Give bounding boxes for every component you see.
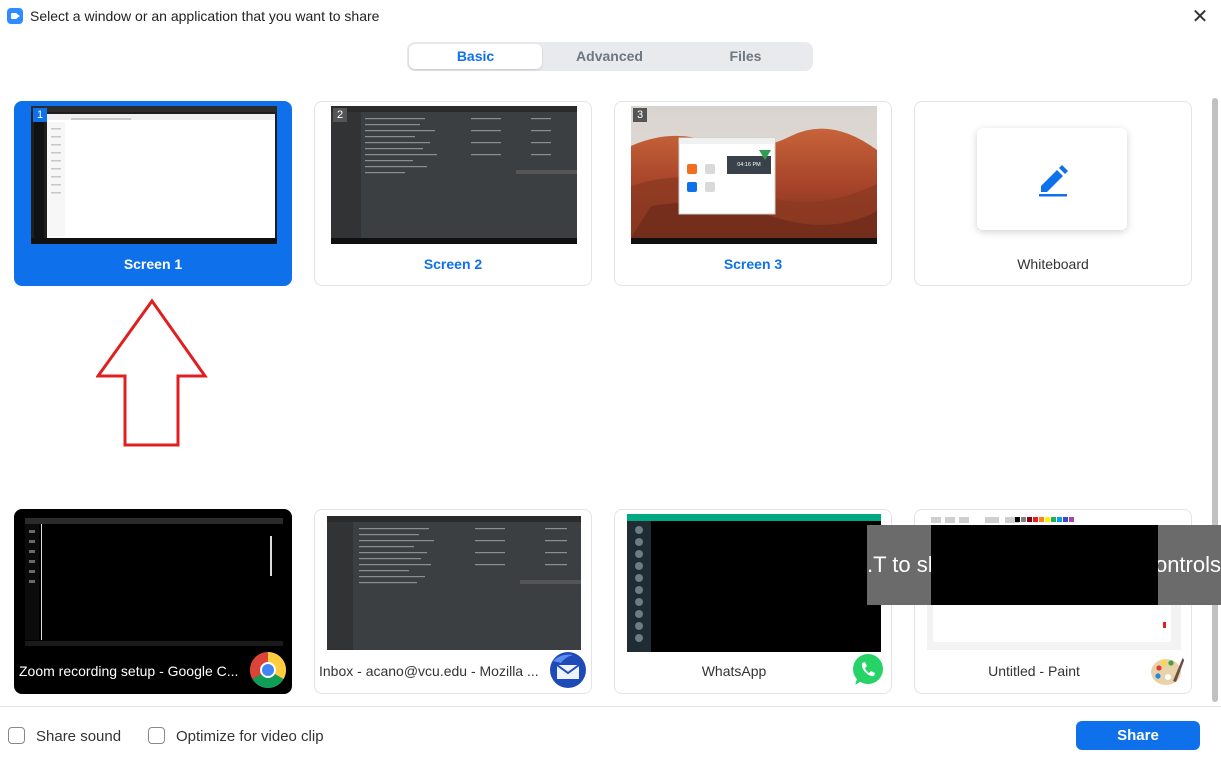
close-button[interactable]: ✕: [1187, 4, 1213, 30]
whiteboard-card: [977, 128, 1127, 230]
screen-3-label: Screen 3: [723, 256, 783, 272]
window-label-whatsapp: WhatsApp: [701, 663, 767, 679]
share-button[interactable]: Share: [1076, 721, 1200, 750]
chrome-window-thumbnail: [15, 510, 291, 650]
screen-1-tile[interactable]: 1 Screen 1: [14, 101, 292, 286]
overlay-redaction-block: [931, 525, 1158, 605]
window-tile-thunderbird[interactable]: Inbox - acano@vcu.edu - Mozilla ...: [314, 509, 592, 694]
tab-basic[interactable]: Basic: [409, 44, 542, 69]
window-tile-whatsapp[interactable]: WhatsApp: [614, 509, 892, 694]
window-label-paint: Untitled - Paint: [988, 663, 1080, 679]
vertical-scrollbar[interactable]: [1211, 98, 1219, 702]
screen-1-label: Screen 1: [123, 256, 183, 272]
overlay-text-right: ontrols: [1154, 552, 1221, 577]
screen-number-badge: 1: [33, 108, 47, 122]
tab-files[interactable]: Files: [679, 44, 812, 69]
screen-2-label: Screen 2: [423, 256, 483, 272]
thunderbird-window-thumbnail: [327, 516, 581, 650]
whiteboard-tile[interactable]: Whiteboard: [914, 101, 1192, 286]
optimize-video-checkbox[interactable]: [148, 727, 165, 744]
screen-3-tile[interactable]: 04:16 PM 3 Screen 3: [614, 101, 892, 286]
overlay-text-left: .T to sh: [867, 552, 940, 577]
window-tile-chrome[interactable]: Zoom recording setup - Google C...: [14, 509, 292, 694]
screen-1-thumbnail: 1: [31, 106, 277, 244]
tab-bar: Basic Advanced Files: [407, 42, 813, 71]
screen-number-badge: 2: [333, 108, 347, 122]
screen-3-thumbnail: 04:16 PM 3: [631, 106, 877, 244]
window-label-thunderbird: Inbox - acano@vcu.edu - Mozilla ...: [319, 663, 539, 679]
paint-icon: [1151, 655, 1186, 685]
screen-2-thumbnail: 2: [331, 106, 577, 244]
annotation-up-arrow: [96, 298, 208, 447]
bottom-bar: Share sound Optimize for video clip Shar…: [0, 706, 1221, 763]
optimize-video-label[interactable]: Optimize for video clip: [176, 728, 324, 745]
thunderbird-icon: [550, 652, 586, 688]
zoom-app-icon: [7, 8, 23, 24]
screen-3-clock: 04:16 PM: [737, 162, 761, 168]
whatsapp-window-thumbnail: [627, 514, 881, 652]
chrome-icon: [249, 652, 287, 689]
whiteboard-label: Whiteboard: [1017, 256, 1089, 272]
tab-advanced[interactable]: Advanced: [543, 44, 676, 69]
window-title: Select a window or an application that y…: [30, 8, 380, 24]
title-bar: Select a window or an application that y…: [0, 0, 1221, 34]
share-sound-checkbox[interactable]: [8, 727, 25, 744]
pen-icon: [1039, 165, 1068, 197]
window-label-chrome: Zoom recording setup - Google C...: [19, 663, 239, 679]
screen-2-tile[interactable]: 2 Screen 2: [314, 101, 592, 286]
scrollbar-thumb[interactable]: [1212, 98, 1218, 702]
whatsapp-icon: [853, 654, 883, 685]
share-sound-label[interactable]: Share sound: [36, 728, 121, 745]
screen-number-badge: 3: [633, 108, 647, 122]
